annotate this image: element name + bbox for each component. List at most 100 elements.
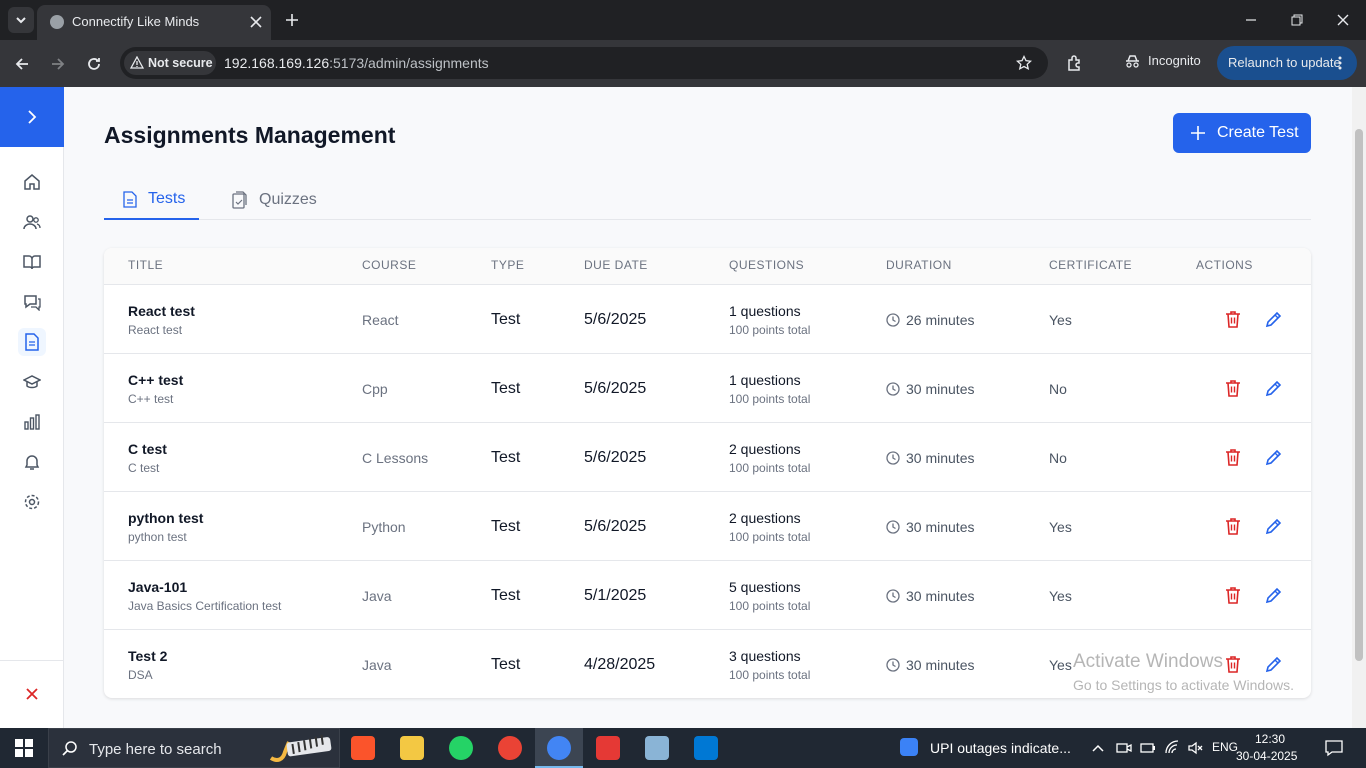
whatsapp-icon[interactable] [449, 736, 473, 760]
windows-start-icon[interactable] [15, 739, 33, 757]
sidebar-expand-button[interactable] [0, 87, 64, 147]
test-type: Test [491, 380, 521, 397]
wps-office-icon[interactable] [596, 736, 620, 760]
new-tab-icon[interactable] [284, 12, 300, 28]
delete-button[interactable] [1224, 654, 1242, 674]
meet-icon[interactable] [1116, 740, 1132, 756]
language-indicator[interactable]: ENG [1212, 740, 1238, 754]
extensions-icon[interactable] [1066, 54, 1084, 72]
test-duration: 30 minutes [886, 588, 974, 604]
edit-button[interactable] [1264, 654, 1282, 674]
window-close-icon[interactable] [1335, 12, 1351, 28]
close-icon[interactable] [249, 15, 263, 29]
book-icon [23, 255, 41, 270]
test-due-date: 5/6/2025 [584, 449, 647, 466]
file-explorer-icon[interactable] [400, 736, 424, 760]
pencil-icon [1265, 311, 1282, 328]
search-highlight-icon [269, 734, 332, 762]
browser-tab[interactable]: Connectify Like Minds [37, 5, 271, 40]
tab-tests[interactable]: Tests [104, 181, 199, 220]
delete-button[interactable] [1224, 309, 1242, 329]
test-subtitle: Java Basics Certification test [128, 599, 282, 613]
tab-bar: Tests Quizzes [104, 181, 1311, 220]
edit-button[interactable] [1264, 378, 1282, 398]
clipboard-icon [232, 191, 247, 209]
back-icon[interactable] [13, 55, 31, 73]
edit-button[interactable] [1264, 516, 1282, 536]
sidebar-item-notifications[interactable] [18, 448, 46, 476]
header-actions: ACTIONS [1196, 258, 1253, 272]
header-duration: DURATION [886, 258, 952, 272]
page-scrollbar[interactable] [1352, 87, 1366, 728]
relaunch-button[interactable]: Relaunch to update [1217, 46, 1357, 80]
scrollbar-thumb[interactable] [1355, 129, 1363, 661]
brave-browser-icon[interactable] [351, 736, 375, 760]
plus-icon [1191, 126, 1205, 140]
notification-center-icon[interactable] [1325, 739, 1343, 757]
table-row: Java-101 Java Basics Certification test Ja… [104, 561, 1311, 630]
news-widget-icon[interactable] [900, 738, 918, 756]
chrome-icon[interactable] [498, 736, 522, 760]
taskbar-search[interactable]: Type here to search [48, 728, 340, 768]
incognito-label: Incognito [1148, 53, 1201, 68]
edit-button[interactable] [1264, 447, 1282, 467]
taskbar-active-chrome[interactable] [535, 728, 583, 768]
test-duration-text: 30 minutes [906, 450, 975, 466]
test-subtitle: React test [128, 323, 183, 337]
create-test-button[interactable]: Create Test [1173, 113, 1311, 153]
table-header: TITLE COURSE TYPE DUE DATE QUESTIONS DUR… [104, 248, 1311, 285]
test-points-total: 100 points total [729, 392, 811, 406]
delete-button[interactable] [1224, 378, 1242, 398]
security-label: Not secure [148, 56, 213, 70]
document-icon [123, 191, 137, 208]
relaunch-label: Relaunch to update [1228, 55, 1341, 70]
delete-button[interactable] [1224, 585, 1242, 605]
sidebar-item-settings[interactable] [18, 488, 46, 516]
tab-quizzes[interactable]: Quizzes [232, 181, 332, 220]
tab-search-button[interactable] [8, 7, 34, 33]
address-bar[interactable]: Not secure 192.168.169.126:5173/admin/as… [120, 47, 1048, 79]
test-course: React [362, 312, 399, 328]
sidebar-item-users[interactable] [18, 208, 46, 236]
more-vert-icon[interactable] [1337, 55, 1343, 71]
test-type: Test [491, 587, 521, 604]
url-text[interactable]: 192.168.169.126:5173/admin/assignments [224, 55, 489, 71]
tab-tests-label: Tests [148, 190, 186, 207]
chevron-down-icon [16, 17, 26, 24]
tests-table: TITLE COURSE TYPE DUE DATE QUESTIONS DUR… [104, 248, 1311, 698]
news-widget-text[interactable]: UPI outages indicate... [930, 740, 1071, 756]
close-icon[interactable] [25, 687, 39, 701]
chevron-up-icon[interactable] [1091, 741, 1105, 755]
sidebar-item-courses[interactable] [18, 248, 46, 276]
incognito-indicator[interactable]: Incognito [1122, 53, 1201, 68]
minimize-icon[interactable] [1243, 12, 1259, 28]
wifi-icon[interactable] [1164, 740, 1180, 756]
restore-icon[interactable] [1289, 12, 1305, 28]
clock-date[interactable]: 30-04-2025 [1236, 749, 1297, 763]
edit-button[interactable] [1264, 585, 1282, 605]
sidebar-item-assignments[interactable] [18, 328, 46, 356]
test-certificate: Yes [1049, 657, 1072, 673]
vscode-icon[interactable] [694, 736, 718, 760]
forward-icon[interactable] [49, 55, 67, 73]
sidebar-item-home[interactable] [18, 168, 46, 196]
delete-button[interactable] [1224, 516, 1242, 536]
sidebar-item-analytics[interactable] [18, 408, 46, 436]
star-icon[interactable] [1016, 55, 1032, 71]
home-icon [24, 174, 40, 190]
sidebar-item-education[interactable] [18, 368, 46, 396]
pencil-icon [1265, 656, 1282, 673]
clock-time[interactable]: 12:30 [1250, 732, 1290, 746]
test-title: C test [128, 441, 167, 457]
search-placeholder: Type here to search [89, 741, 222, 758]
notepad-icon[interactable] [645, 736, 669, 760]
sidebar-item-discussions[interactable] [18, 288, 46, 316]
battery-icon[interactable] [1140, 740, 1156, 756]
speaker-muted-icon[interactable] [1187, 740, 1203, 756]
test-certificate: No [1049, 381, 1067, 397]
header-type: TYPE [491, 258, 525, 272]
edit-button[interactable] [1264, 309, 1282, 329]
security-indicator[interactable]: Not secure [124, 51, 216, 75]
delete-button[interactable] [1224, 447, 1242, 467]
reload-icon[interactable] [85, 55, 103, 73]
